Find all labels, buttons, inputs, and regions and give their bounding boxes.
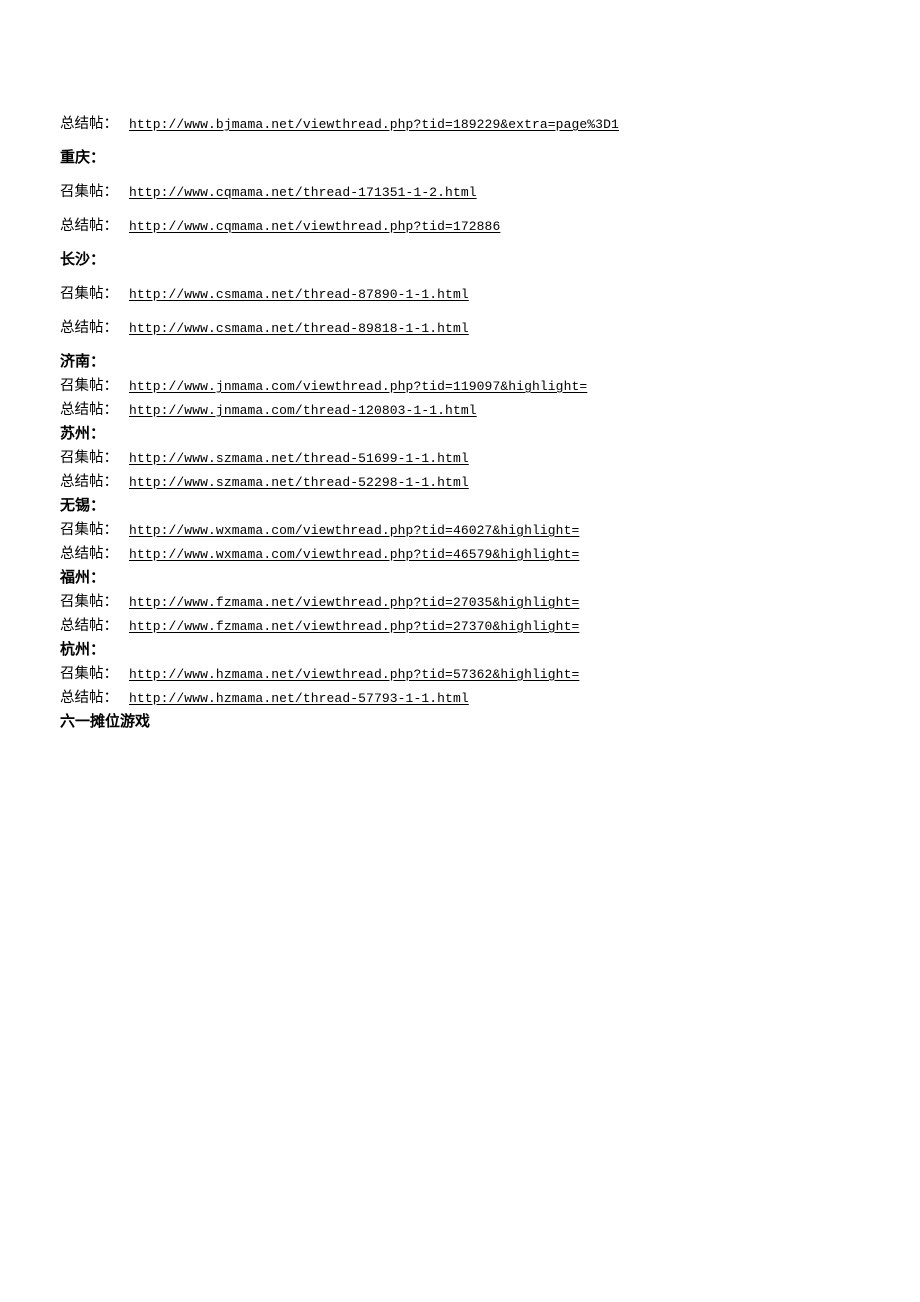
closing-section-heading: 六一摊位游戏: [60, 712, 151, 730]
city-heading-fuzhou: 福州：: [60, 568, 106, 586]
link-row: 总结帖： http://www.wxmama.com/viewthread.ph…: [60, 542, 860, 566]
post-type-label: 召集帖：: [60, 378, 118, 394]
link-row: 总结帖： http://www.szmama.net/thread-52298-…: [60, 470, 860, 494]
post-url-link[interactable]: http://www.wxmama.com/viewthread.php?tid…: [129, 523, 579, 538]
link-row: 召集帖： http://www.fzmama.net/viewthread.ph…: [60, 590, 860, 614]
post-url-link[interactable]: http://www.jnmama.com/thread-120803-1-1.…: [129, 403, 477, 418]
document-body: 总结帖： http://www.bjmama.net/viewthread.ph…: [60, 112, 860, 734]
post-url-link[interactable]: http://www.jnmama.com/viewthread.php?tid…: [129, 379, 587, 394]
post-url-link[interactable]: http://www.cqmama.net/viewthread.php?tid…: [129, 219, 500, 234]
link-row: 总结帖： http://www.fzmama.net/viewthread.ph…: [60, 614, 860, 638]
city-heading-wuxi: 无锡：: [60, 496, 106, 514]
post-type-label: 总结帖：: [60, 218, 118, 234]
city-heading-hangzhou: 杭州：: [60, 640, 106, 658]
post-url-link[interactable]: http://www.szmama.net/thread-52298-1-1.h…: [129, 475, 469, 490]
link-row: 召集帖： http://www.cqmama.net/thread-171351…: [60, 180, 860, 214]
link-row: 总结帖： http://www.hzmama.net/thread-57793-…: [60, 686, 860, 710]
link-row: 总结帖： http://www.cqmama.net/viewthread.ph…: [60, 214, 860, 248]
link-row: 总结帖： http://www.bjmama.net/viewthread.ph…: [60, 112, 860, 146]
post-url-link[interactable]: http://www.fzmama.net/viewthread.php?tid…: [129, 619, 579, 634]
link-row: 召集帖： http://www.szmama.net/thread-51699-…: [60, 446, 860, 470]
post-url-link[interactable]: http://www.wxmama.com/viewthread.php?tid…: [129, 547, 579, 562]
city-heading-chongqing: 重庆：: [60, 148, 106, 166]
link-row: 召集帖： http://www.hzmama.net/viewthread.ph…: [60, 662, 860, 686]
post-url-link[interactable]: http://www.hzmama.net/thread-57793-1-1.h…: [129, 691, 469, 706]
post-type-label: 召集帖：: [60, 522, 118, 538]
post-type-label: 总结帖：: [60, 474, 118, 490]
link-row: 召集帖： http://www.wxmama.com/viewthread.ph…: [60, 518, 860, 542]
post-url-link[interactable]: http://www.hzmama.net/viewthread.php?tid…: [129, 667, 579, 682]
post-url-link[interactable]: http://www.szmama.net/thread-51699-1-1.h…: [129, 451, 469, 466]
post-type-label: 召集帖：: [60, 450, 118, 466]
post-type-label: 总结帖：: [60, 690, 118, 706]
post-url-link[interactable]: http://www.cqmama.net/thread-171351-1-2.…: [129, 185, 477, 200]
link-row: 召集帖： http://www.csmama.net/thread-87890-…: [60, 282, 860, 316]
city-heading-jinan: 济南：: [60, 352, 106, 370]
post-url-link[interactable]: http://www.csmama.net/thread-87890-1-1.h…: [129, 287, 469, 302]
post-url-link[interactable]: http://www.csmama.net/thread-89818-1-1.h…: [129, 321, 469, 336]
link-row: 总结帖： http://www.csmama.net/thread-89818-…: [60, 316, 860, 350]
post-type-label: 总结帖：: [60, 618, 118, 634]
post-type-label: 总结帖：: [60, 546, 118, 562]
document-page: 总结帖： http://www.bjmama.net/viewthread.ph…: [0, 0, 920, 1302]
post-type-label: 召集帖：: [60, 594, 118, 610]
city-heading-suzhou: 苏州：: [60, 424, 106, 442]
post-type-label: 总结帖：: [60, 320, 118, 336]
post-url-link[interactable]: http://www.fzmama.net/viewthread.php?tid…: [129, 595, 579, 610]
post-type-label: 召集帖：: [60, 666, 118, 682]
link-row: 召集帖： http://www.jnmama.com/viewthread.ph…: [60, 374, 860, 398]
city-heading-changsha: 长沙：: [60, 250, 106, 268]
post-type-label: 召集帖：: [60, 286, 118, 302]
post-url-link[interactable]: http://www.bjmama.net/viewthread.php?tid…: [129, 117, 619, 132]
post-type-label: 召集帖：: [60, 184, 118, 200]
link-row: 总结帖： http://www.jnmama.com/thread-120803…: [60, 398, 860, 422]
post-type-label: 总结帖：: [60, 402, 118, 418]
post-type-label: 总结帖：: [60, 116, 118, 132]
